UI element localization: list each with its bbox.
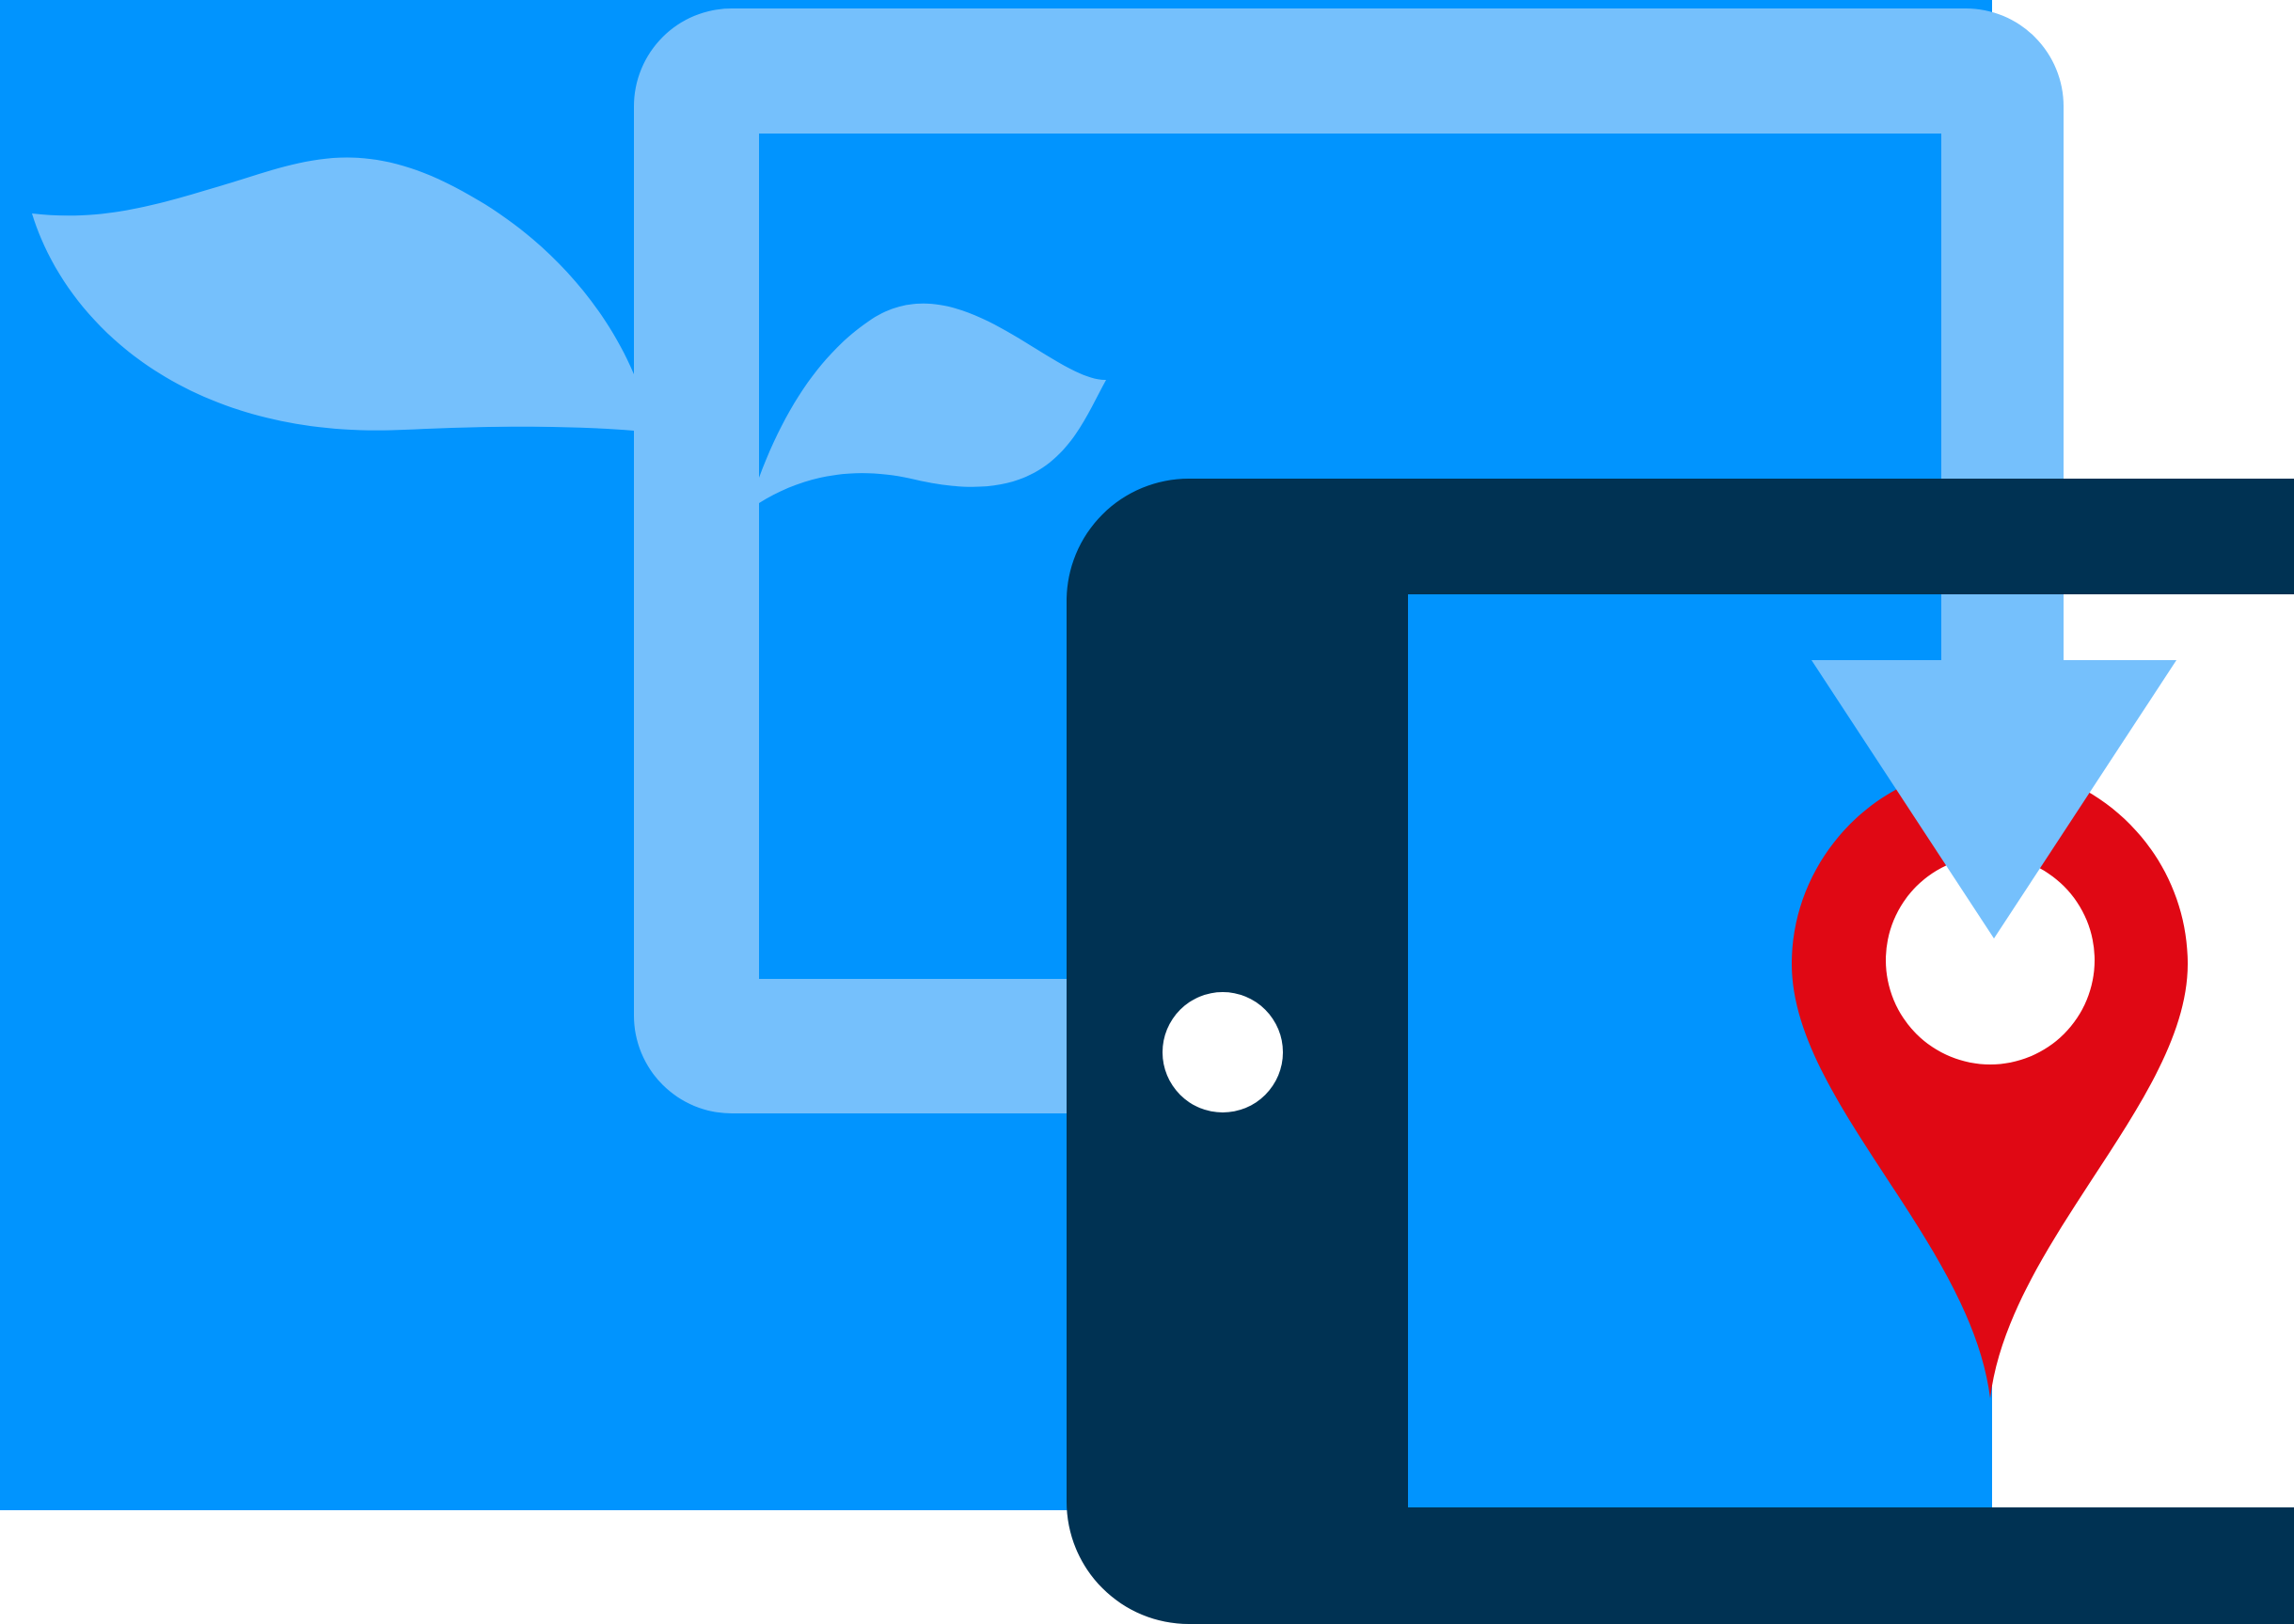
illustration-svg — [0, 0, 2294, 1624]
illustration-canvas — [0, 0, 2294, 1624]
home-button-icon — [1163, 992, 1283, 1112]
